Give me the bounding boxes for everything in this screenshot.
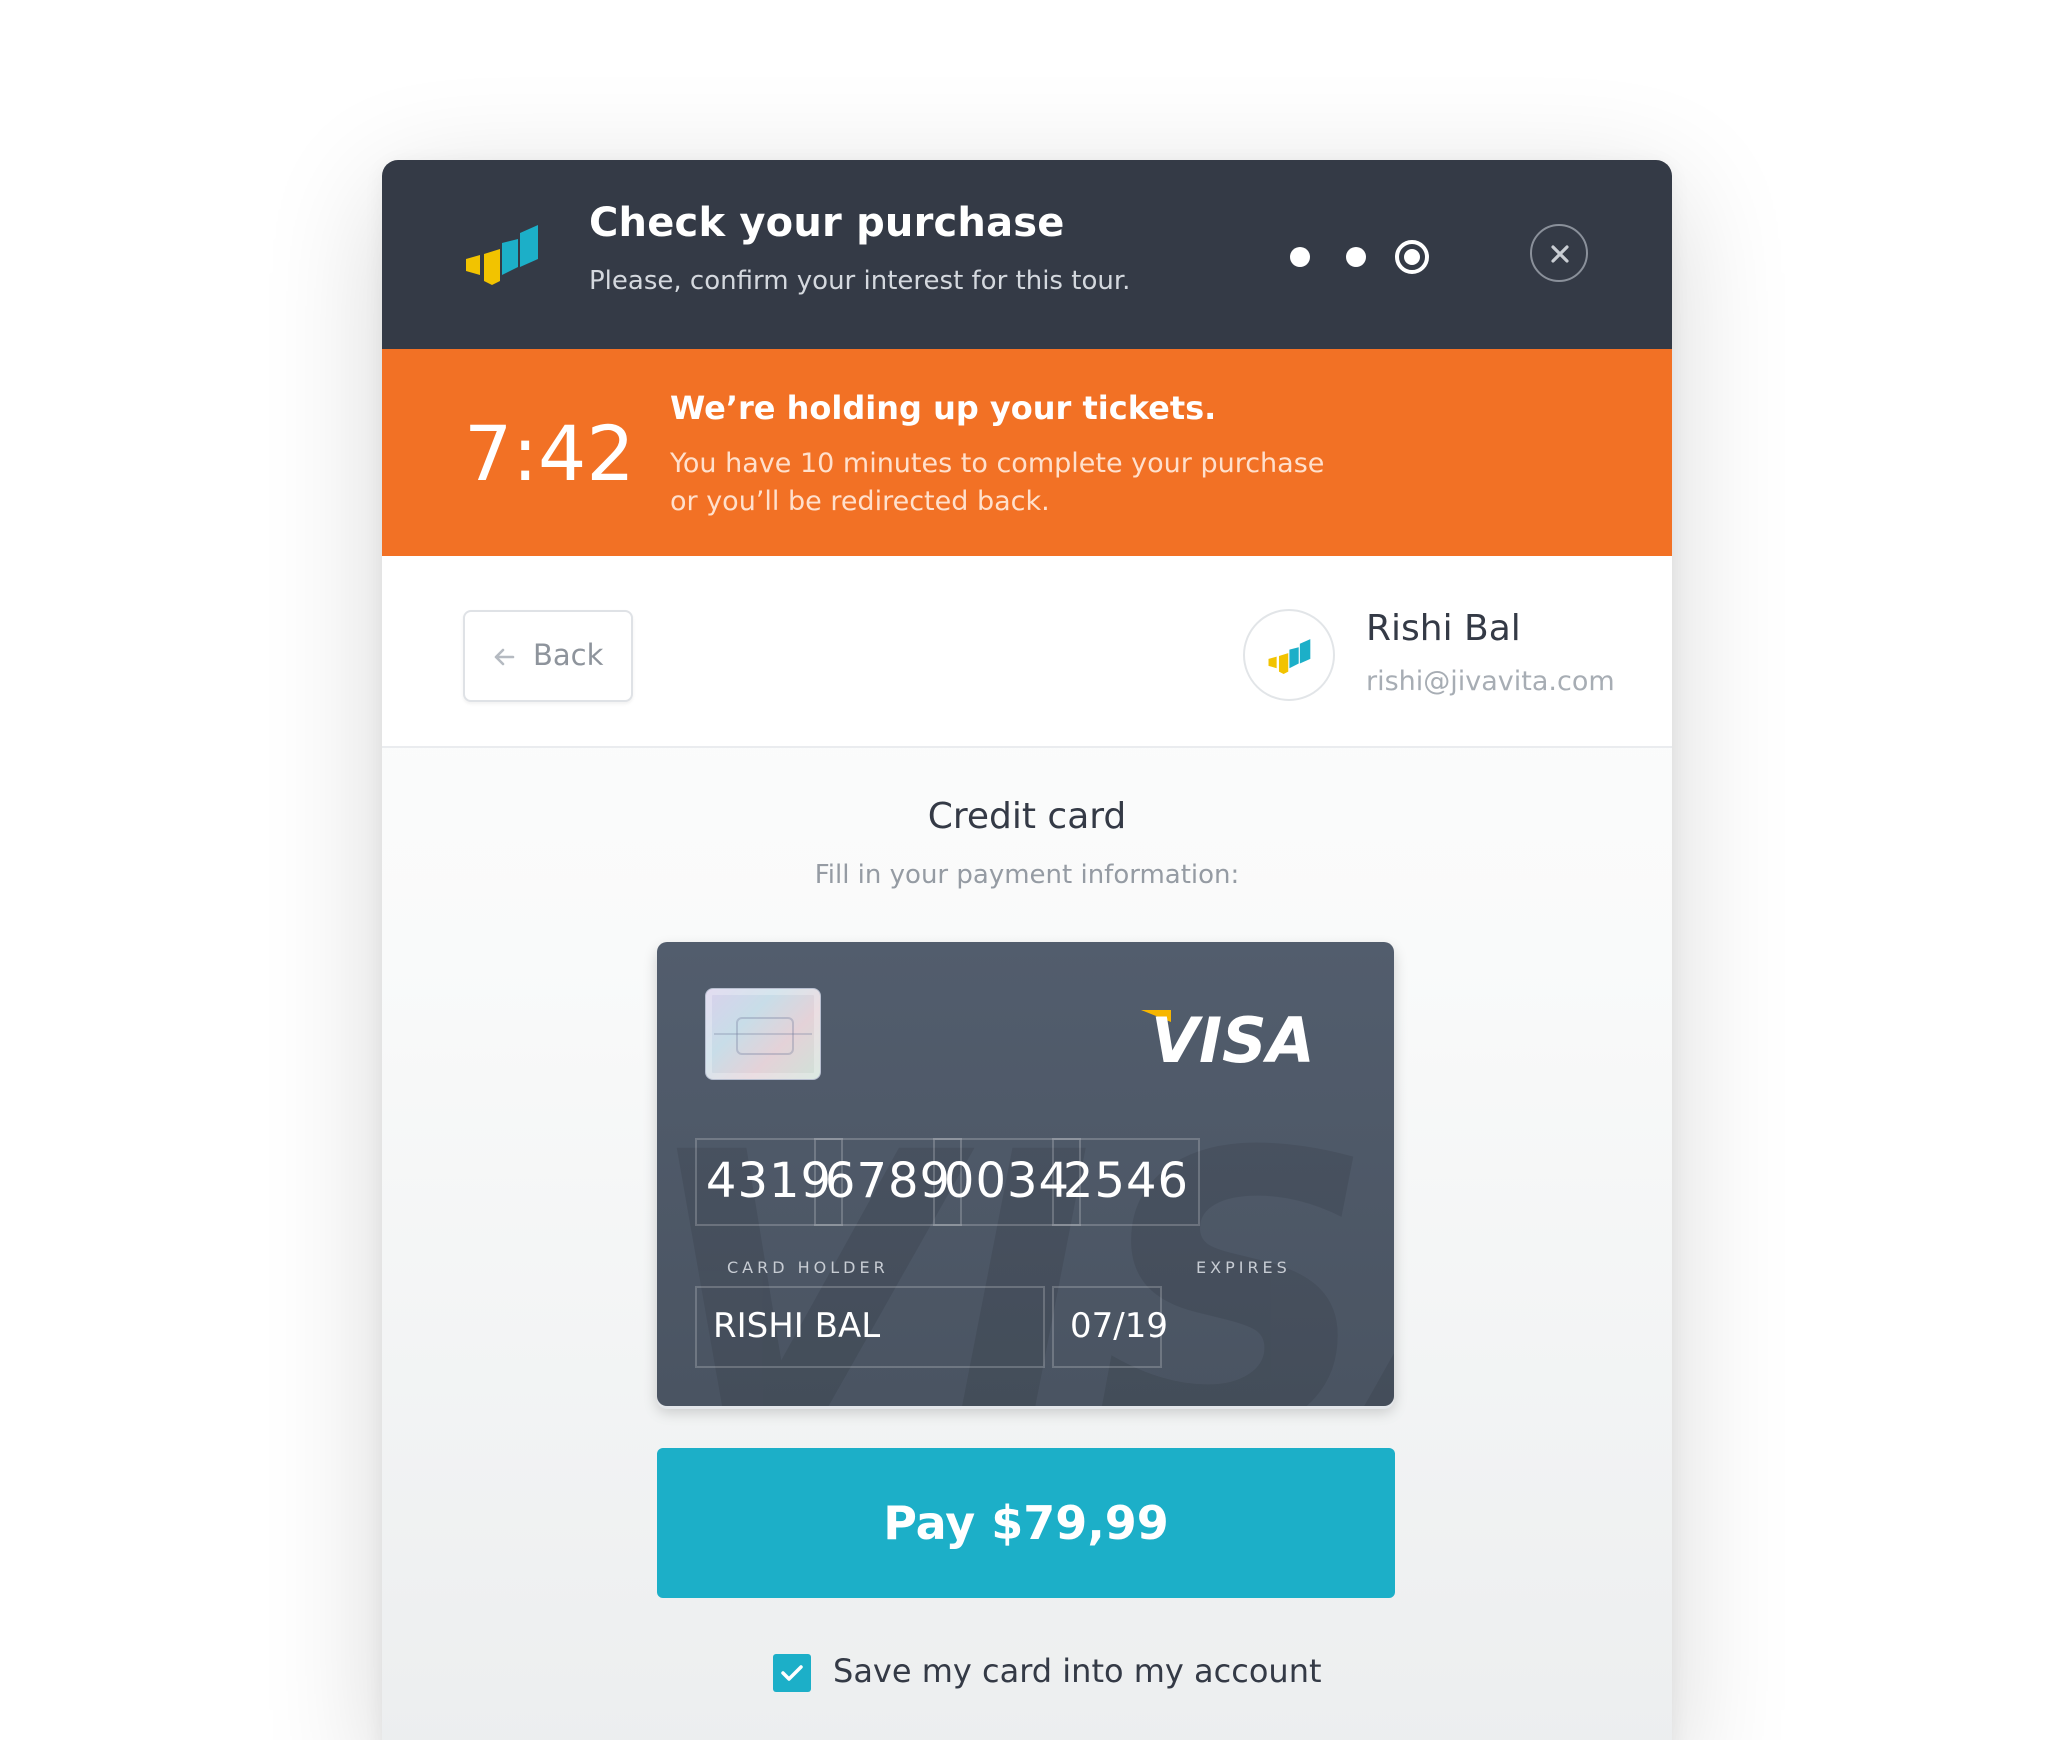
arrow-left-icon [494,648,515,666]
reservation-timer-banner: 7:42 We’re holding up your tickets. You … [382,349,1672,556]
card-brand: VISA [1151,1004,1315,1070]
page-title: Check your purchase [589,200,1065,246]
checkout-modal: Check your purchase Please, confirm your… [382,160,1672,1740]
pay-button[interactable]: Pay $79,99 [657,1448,1395,1598]
step-dot-2[interactable] [1346,247,1366,267]
bar-chart-logo-icon [1268,639,1311,674]
card-chip [705,988,821,1080]
save-card-checkbox[interactable] [773,1654,811,1692]
modal-header: Check your purchase Please, confirm your… [382,160,1672,349]
timer-message: You have 10 minutes to complete your pur… [670,448,1325,517]
user-name: Rishi Bal [1366,608,1521,649]
checkmark-icon [781,1665,803,1681]
bar-chart-logo-icon [466,225,538,285]
visa-logo-icon: VISA [1141,1004,1315,1070]
card-expiry-field[interactable]: 07/19 [1052,1286,1168,1368]
section-subtitle: Fill in your payment information: [814,860,1240,890]
user-email: rishi@jivavita.com [1366,666,1615,697]
page-subtitle: Please, confirm your interest for this t… [589,266,1131,296]
back-button[interactable]: Back [463,610,633,702]
section-title: Credit card [927,796,1127,837]
timer-title: We’re holding up your tickets. [670,389,1217,427]
card-number-group-4[interactable]: 2546 [1052,1138,1200,1226]
avatar[interactable] [1243,609,1335,701]
countdown-timer: 7:42 [464,409,635,498]
user-row: Back Rishi Bal rishi@jivavita.com [382,556,1672,748]
back-button-label: Back [533,638,604,672]
step-dot-1[interactable] [1290,247,1310,267]
credit-card: VISA VISA 4319 6789 0034 2546 CARD HOLDE… [657,942,1394,1406]
step-dot-3-active[interactable] [1395,240,1429,274]
close-button[interactable] [1530,224,1588,282]
close-icon [1551,245,1569,263]
card-holder-field[interactable]: RISHI BAL [695,1286,1045,1368]
save-card-label: Save my card into my account [833,1652,1322,1690]
card-expires-label: EXPIRES [1196,1258,1291,1277]
card-holder-label: CARD HOLDER [727,1258,889,1277]
